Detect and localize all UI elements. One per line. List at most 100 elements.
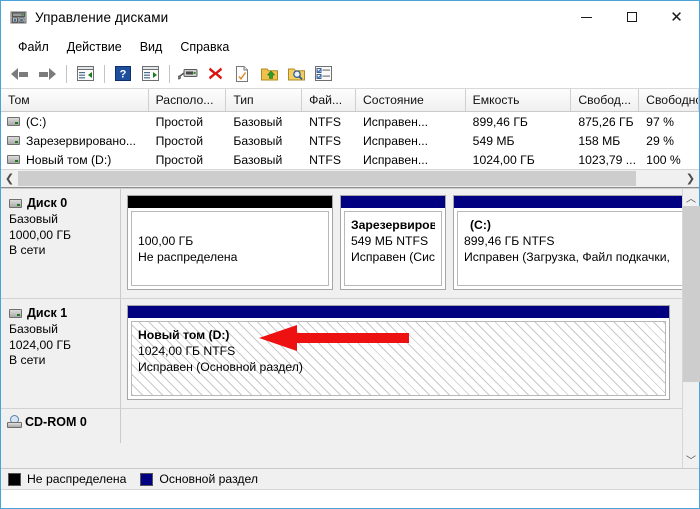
legend-item-primary: Основной раздел bbox=[140, 472, 258, 486]
new-document-icon[interactable] bbox=[229, 62, 255, 86]
volume-type-cell: Базовый bbox=[233, 152, 283, 167]
volume-icon bbox=[7, 155, 20, 164]
export-folder-icon[interactable] bbox=[256, 62, 282, 86]
volume-name-cell: Зарезервировано... bbox=[1, 134, 149, 148]
horizontal-scroll-thumb[interactable] bbox=[18, 171, 636, 186]
partition-title: (C:) bbox=[470, 218, 491, 232]
volume-name-cell: (C:) bbox=[1, 115, 149, 129]
partition-size: 100,00 ГБ bbox=[138, 234, 194, 248]
partition-details: Новый том (D:) 1024,00 ГБ NTFS Исправен … bbox=[131, 321, 666, 396]
volume-layout-cell: Простой bbox=[155, 133, 204, 148]
partition-unallocated[interactable]: 100,00 ГБ Не распределена bbox=[127, 195, 333, 290]
back-arrow-icon[interactable] bbox=[7, 62, 33, 86]
graphical-view-scroll-area: Диск 0 Базовый 1000,00 ГБ В сети 100,00 … bbox=[1, 189, 682, 468]
volume-list-rows: (C:) Простой Базовый NTFS Исправен... 89… bbox=[1, 112, 699, 169]
volume-layout-cell: Простой bbox=[155, 114, 204, 129]
svg-text:?: ? bbox=[120, 69, 127, 81]
partition-status: Исправен (Сис bbox=[351, 250, 435, 264]
volume-capacity-cell: 1024,00 ГБ bbox=[472, 152, 535, 167]
task-list-icon[interactable] bbox=[310, 62, 336, 86]
forward-arrow-icon[interactable] bbox=[34, 62, 60, 86]
column-header-volume[interactable]: Том bbox=[1, 89, 149, 111]
volume-type-cell: Базовый bbox=[233, 114, 283, 129]
menu-item-help[interactable]: Справка bbox=[171, 37, 238, 57]
column-header-free-percent[interactable]: Свободнс bbox=[639, 89, 699, 111]
legend-bar: Не распределена Основной раздел bbox=[1, 468, 699, 489]
vertical-scroll-thumb[interactable] bbox=[683, 206, 700, 383]
partition-color-bar bbox=[341, 196, 445, 208]
cdrom-row[interactable]: CD-ROM 0 bbox=[1, 409, 682, 443]
disk-size-0: 1000,00 ГБ bbox=[9, 227, 72, 242]
menu-bar: Файл Действие Вид Справка bbox=[1, 34, 699, 59]
disk-title-1: Диск 1 bbox=[9, 306, 120, 320]
status-bar bbox=[1, 489, 699, 508]
volume-icon bbox=[7, 136, 20, 145]
column-header-capacity[interactable]: Емкость bbox=[465, 89, 572, 111]
disk-info-0[interactable]: Диск 0 Базовый 1000,00 ГБ В сети bbox=[1, 189, 121, 298]
help-icon[interactable]: ? bbox=[110, 62, 136, 86]
volume-name-cell: Новый том (D:) bbox=[1, 153, 149, 167]
volume-free-cell: 875,26 ГБ bbox=[578, 114, 634, 129]
partition-details: (C:) 899,46 ГБ NTFS Исправен (Загрузка, … bbox=[457, 211, 682, 286]
properties-icon[interactable] bbox=[175, 62, 201, 86]
menu-item-file[interactable]: Файл bbox=[9, 37, 58, 57]
partition-title: Новый том (D:) bbox=[138, 328, 230, 342]
volume-layout-cell: Простой bbox=[155, 152, 204, 167]
menu-item-view[interactable]: Вид bbox=[131, 37, 172, 57]
scroll-up-icon[interactable]: ︿ bbox=[683, 189, 699, 206]
column-header-type[interactable]: Тип bbox=[226, 89, 303, 111]
partition-color-bar bbox=[454, 196, 682, 208]
disk-info-1[interactable]: Диск 1 Базовый 1024,00 ГБ В сети bbox=[1, 299, 121, 408]
volume-label: Новый том (D:) bbox=[26, 152, 112, 167]
volume-icon bbox=[7, 117, 20, 126]
partition-status: Не распределена bbox=[138, 250, 238, 264]
table-row[interactable]: Новый том (D:) Простой Базовый NTFS Испр… bbox=[1, 150, 699, 169]
show-hide-console-tree-icon[interactable] bbox=[72, 62, 98, 86]
disk-name-0: Диск 0 bbox=[27, 196, 68, 210]
show-hide-action-pane-icon[interactable] bbox=[137, 62, 163, 86]
volume-list-pane: Том Располо... Тип Фай... Состояние Емко… bbox=[1, 89, 699, 188]
partition-reserved[interactable]: Зарезервиров 549 МБ NTFS Исправен (Сис bbox=[340, 195, 446, 290]
minimize-button[interactable] bbox=[564, 1, 609, 33]
vertical-scroll-track[interactable] bbox=[683, 206, 700, 451]
disk-row-1[interactable]: Диск 1 Базовый 1024,00 ГБ В сети Новый т… bbox=[1, 299, 682, 409]
disk-type-0: Базовый bbox=[9, 212, 58, 226]
maximize-button[interactable] bbox=[609, 1, 654, 33]
column-header-layout[interactable]: Располо... bbox=[148, 89, 227, 111]
disk-icon bbox=[9, 308, 22, 318]
cdrom-icon bbox=[7, 415, 22, 428]
title-bar: Управление дисками ✕ bbox=[1, 1, 699, 34]
disk-row-0[interactable]: Диск 0 Базовый 1000,00 ГБ В сети 100,00 … bbox=[1, 189, 682, 299]
partition-details: 100,00 ГБ Не распределена bbox=[131, 211, 329, 286]
scroll-right-icon[interactable]: ❯ bbox=[682, 170, 699, 187]
cdrom-name: CD-ROM 0 bbox=[25, 415, 87, 429]
volume-list-horizontal-scrollbar[interactable]: ❮ ❯ bbox=[1, 169, 699, 188]
table-row[interactable]: Зарезервировано... Простой Базовый NTFS … bbox=[1, 131, 699, 150]
disk-state-1: В сети bbox=[9, 353, 46, 367]
menu-item-action[interactable]: Действие bbox=[58, 37, 131, 57]
volume-capacity-cell: 899,46 ГБ bbox=[472, 114, 528, 129]
scroll-left-icon[interactable]: ❮ bbox=[1, 170, 18, 187]
column-header-free[interactable]: Свобод... bbox=[571, 89, 640, 111]
scroll-down-icon[interactable]: ﹀ bbox=[683, 451, 699, 468]
search-folder-icon[interactable] bbox=[283, 62, 309, 86]
column-header-filesystem[interactable]: Фай... bbox=[302, 89, 356, 111]
graphical-view-pane: Диск 0 Базовый 1000,00 ГБ В сети 100,00 … bbox=[1, 188, 700, 468]
table-row[interactable]: (C:) Простой Базовый NTFS Исправен... 89… bbox=[1, 112, 699, 131]
volume-list-header: Том Располо... Тип Фай... Состояние Емко… bbox=[1, 89, 699, 112]
graphical-view-vertical-scrollbar[interactable]: ︿ ﹀ bbox=[682, 189, 700, 468]
partition-title: Зарезервиров bbox=[351, 218, 435, 232]
column-header-status[interactable]: Состояние bbox=[355, 89, 466, 111]
disk-partitions-1: Новый том (D:) 1024,00 ГБ NTFS Исправен … bbox=[121, 299, 682, 408]
disk-management-window: Управление дисками ✕ Файл Действие Вид С… bbox=[0, 0, 700, 509]
horizontal-scroll-track[interactable] bbox=[18, 170, 682, 187]
partition-c-drive[interactable]: (C:) 899,46 ГБ NTFS Исправен (Загрузка, … bbox=[453, 195, 682, 290]
legend-label-primary: Основной раздел bbox=[159, 472, 258, 486]
toolbar-separator bbox=[104, 64, 105, 83]
partition-size: 1024,00 ГБ NTFS bbox=[138, 344, 236, 358]
partition-d-drive[interactable]: Новый том (D:) 1024,00 ГБ NTFS Исправен … bbox=[127, 305, 670, 400]
cdrom-info[interactable]: CD-ROM 0 bbox=[1, 409, 121, 443]
delete-icon[interactable] bbox=[202, 62, 228, 86]
close-button[interactable]: ✕ bbox=[654, 1, 699, 33]
volume-type-cell: Базовый bbox=[233, 133, 283, 148]
